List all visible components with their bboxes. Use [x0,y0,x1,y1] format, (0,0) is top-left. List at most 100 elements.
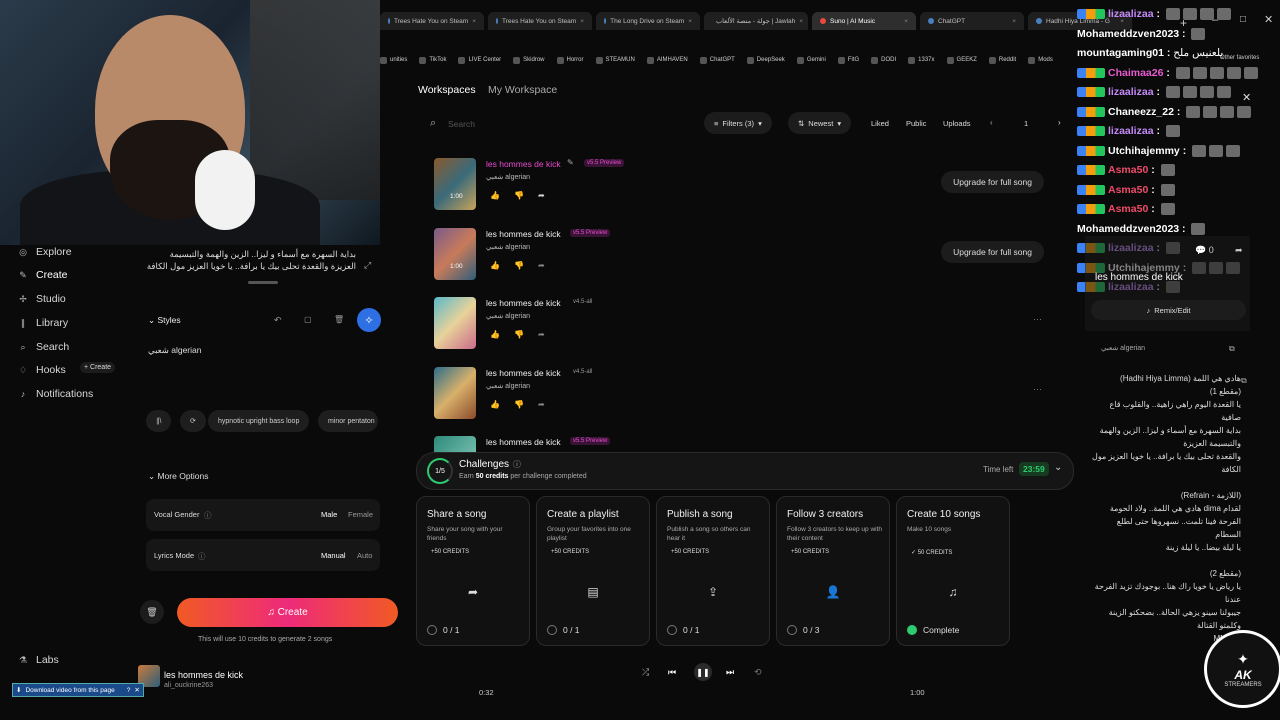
thumbs-down-icon[interactable]: 👎 [514,261,524,270]
page-number[interactable]: 1 [1024,119,1028,128]
lyrics-mode-auto[interactable]: Auto [357,551,372,560]
close-tab-icon[interactable]: × [904,18,908,25]
thumbs-up-icon[interactable]: 👍 [490,191,500,200]
bookmark[interactable]: Skidrow [513,56,545,64]
chat-username[interactable]: Chaimaa26 [1108,67,1163,79]
chevron-down-icon[interactable]: ⌄ [1054,462,1062,473]
more-options-icon[interactable]: ⋯ [1033,384,1042,395]
next-icon[interactable]: ⏭ [726,667,734,678]
share-icon[interactable]: ➦ [1235,245,1243,256]
thumbs-up-icon[interactable]: 👍 [490,330,500,339]
browser-tab[interactable]: Trees Hate You on Steam × [488,12,592,30]
browser-tab[interactable]: Trees Hate You on Steam × [380,12,484,30]
sidebar-item-library[interactable]: ∥ Library [18,317,68,329]
more-options-toggle[interactable]: ⌄ More Options [148,471,209,482]
next-page-button[interactable]: › [1058,118,1061,127]
close-tab-icon[interactable]: × [472,18,476,25]
bookmark[interactable]: unities [380,56,407,64]
trash-icon[interactable]: 🗑 [334,315,344,324]
chat-username[interactable]: mountagaming01 [1077,47,1164,59]
challenge-card[interactable]: Publish a song Publish a song so others c… [656,496,770,646]
song-cover[interactable] [434,366,476,419]
challenge-card[interactable]: Create a playlist Group your favorites in… [536,496,650,646]
repeat-icon[interactable]: ⟲ [754,667,762,678]
sidebar-item-labs[interactable]: ⚗ Labs [18,654,59,666]
sidebar-item-explore[interactable]: ◎ Explore [18,246,72,258]
song-cover[interactable] [434,158,476,210]
copy-icon[interactable]: ⧉ [1241,376,1247,386]
remix-edit-button[interactable]: ♪ Remix/Edit [1091,300,1246,320]
browser-tab[interactable]: Suno | AI Music × [812,12,916,30]
thumbs-down-icon[interactable]: 👎 [514,191,524,200]
close-tab-icon[interactable]: × [799,18,803,25]
close-tab-icon[interactable]: × [580,18,584,25]
filter-liked[interactable]: Liked [871,119,889,128]
vocal-gender-male[interactable]: Male [321,510,337,519]
sidebar-item-hooks[interactable]: ♢ Hooks [18,364,66,376]
bookmark[interactable]: LIVE Center [458,56,501,64]
pause-button[interactable]: ❚❚ [694,663,712,681]
sidebar-item-create[interactable]: ✎ Create [18,269,67,281]
breadcrumb-root[interactable]: Workspaces [418,84,476,96]
expand-icon[interactable]: ⤢ [364,260,371,271]
song-row[interactable]: les hommes de kick v4.5-all شعبي algerian 👍… [424,362,1054,424]
chat-username[interactable]: lizaalizaa [1108,86,1154,98]
close-icon[interactable]: ✕ [134,686,139,694]
bookmark[interactable]: Horror [556,56,584,64]
more-options-icon[interactable]: ⋯ [1033,314,1042,325]
chat-username[interactable]: Mohameddzven2023 [1077,223,1179,235]
song-title[interactable]: les hommes de kick [486,437,561,447]
thumbs-down-icon[interactable]: 👎 [514,330,524,339]
bookmark[interactable]: 1337x [908,56,935,64]
copy-icon[interactable]: ▢ [304,315,312,324]
bookmark[interactable]: GEEKZ [946,56,977,64]
close-tab-icon[interactable]: × [1012,18,1016,25]
sort-button[interactable]: ⇅ Newest ▾ [788,112,852,134]
challenge-card[interactable]: Share a song Share your song with your fr… [416,496,530,646]
song-row[interactable]: 1:00 les hommes de kick v5.5 Preview ✎ شعبي … [424,153,1054,215]
player-artist[interactable]: ali_ouckrine263 [164,682,213,689]
share-icon[interactable]: ➦ [538,330,545,339]
song-title[interactable]: les hommes de kick [486,368,561,378]
library-icon[interactable]: ∥\ [146,410,172,432]
previous-icon[interactable]: ⏮ [668,667,676,678]
sidebar-item-notifications[interactable]: ♪ Notifications [18,388,93,400]
bookmark[interactable]: FitG [837,56,859,64]
upgrade-button[interactable]: Upgrade for full song [941,240,1044,263]
styles-input[interactable]: شعبي algerian [148,345,201,356]
bookmark[interactable]: Gemini [796,56,826,64]
browser-tab[interactable]: جولة - منصة الألعاب | Jawlah × [704,12,808,30]
challenge-card[interactable]: Create 10 songs Make 10 songs ✓ 50 CREDITS… [896,496,1010,646]
chat-username[interactable]: Asma50 [1108,203,1148,215]
challenge-card[interactable]: Follow 3 creators Follow 3 creators to ke… [776,496,890,646]
help-icon[interactable]: ? [127,687,131,694]
song-cover[interactable] [434,227,476,280]
filter-public[interactable]: Public [906,119,926,128]
hooks-create-button[interactable]: + Create [80,362,116,373]
bookmark[interactable]: AIMHAVEN [646,56,688,64]
chat-username[interactable]: Asma50 [1108,164,1148,176]
search-input[interactable]: Search [448,119,475,129]
bookmark[interactable]: Mods [1028,56,1053,64]
filters-button[interactable]: ≡ Filters (3) ▾ [704,112,772,134]
song-title[interactable]: les hommes de kick [486,298,561,308]
style-suggestion[interactable]: hypnotic upright bass loop [208,410,310,432]
magic-wand-button[interactable]: ✧ [357,308,381,332]
bookmark[interactable]: Reddit [988,56,1016,64]
thumbs-down-icon[interactable]: 👎 [514,400,524,409]
style-suggestion[interactable]: minor pentaton [318,410,378,432]
resize-handle[interactable] [248,281,278,284]
vocal-gender-female[interactable]: Female [348,510,373,519]
download-video-bar[interactable]: ⬇ Download video from this page? ✕ [12,683,144,697]
thumbs-up-icon[interactable]: 👍 [490,400,500,409]
chat-username[interactable]: Utchihajemmy [1108,145,1180,157]
song-title[interactable]: les hommes de kick [486,159,561,169]
create-button[interactable]: ♫ Create [177,598,398,627]
share-icon[interactable]: ➦ [538,261,545,270]
sidebar-item-search[interactable]: ⌕ Search [18,341,69,353]
browser-tab[interactable]: ChatGPT × [920,12,1024,30]
copy-icon[interactable]: ⧉ [1229,344,1235,354]
filter-uploads[interactable]: Uploads [943,119,971,128]
song-row[interactable]: 1:00 les hommes de kick v5.5 Preview شعبي a… [424,223,1054,285]
lyrics-mode-manual[interactable]: Manual [321,551,346,560]
